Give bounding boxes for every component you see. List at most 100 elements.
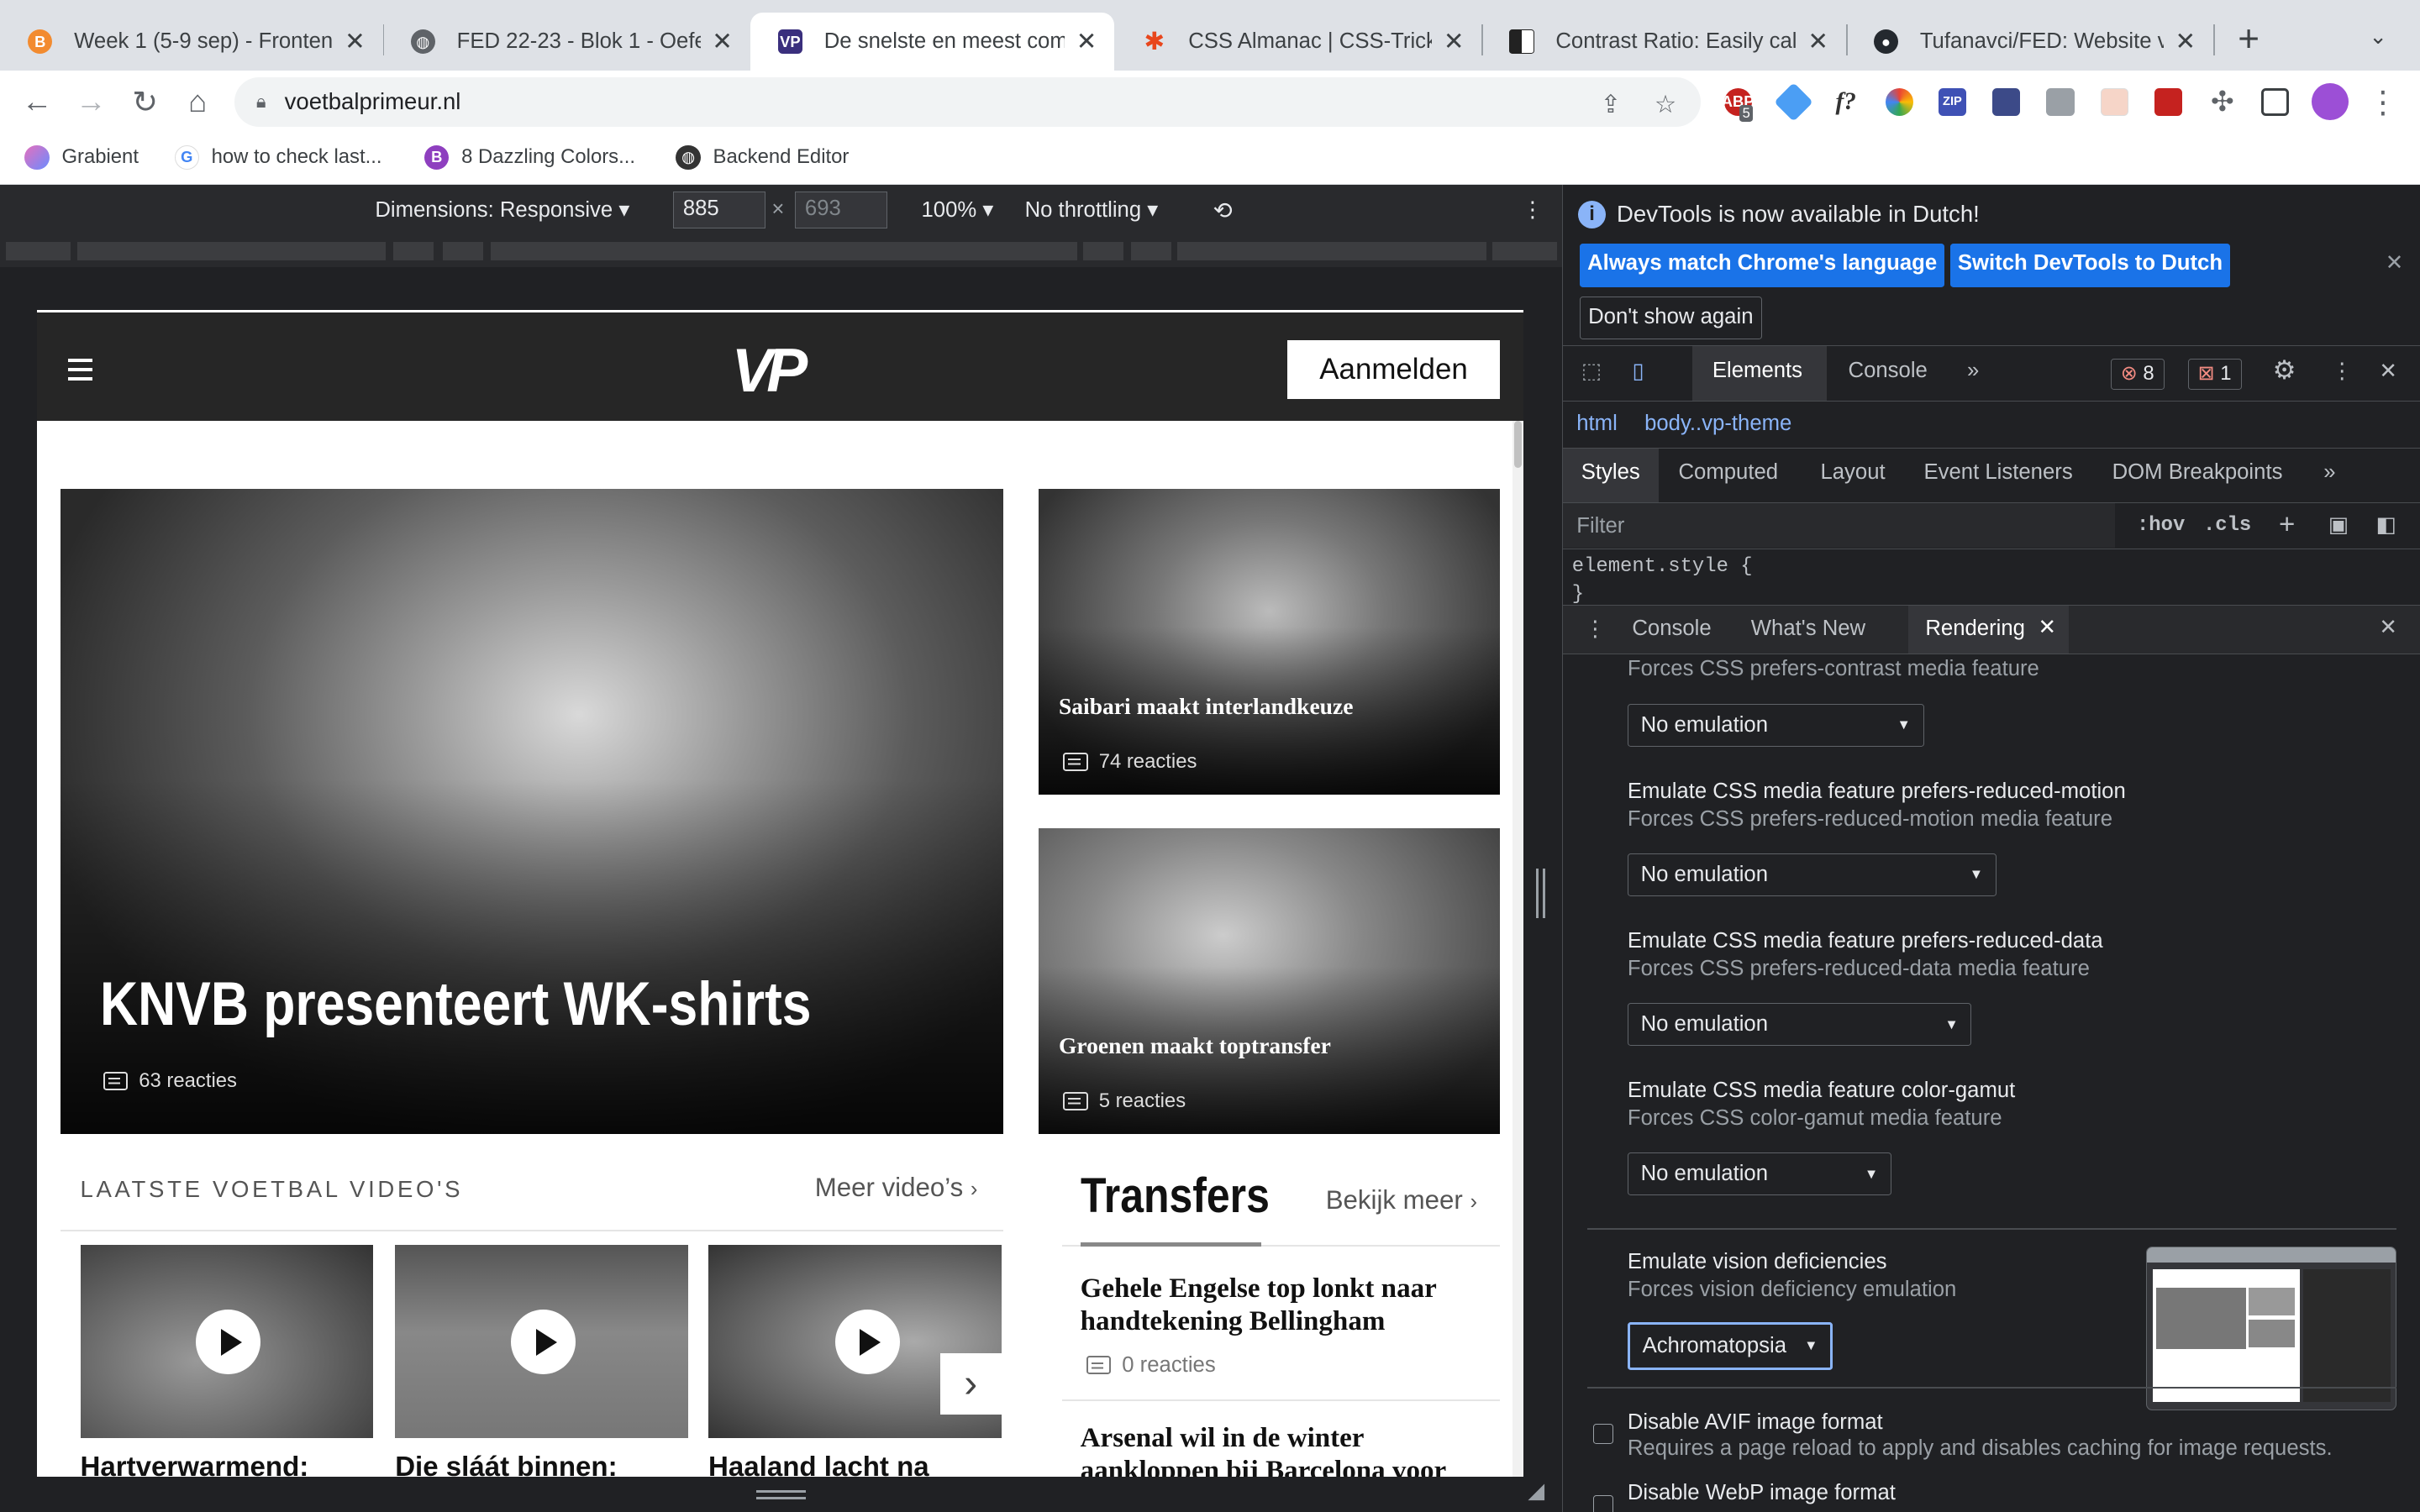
- bookmark-item[interactable]: B 8 Dazzling Colors...: [424, 144, 635, 171]
- breadcrumb-item[interactable]: html: [1576, 412, 1618, 436]
- video-caption[interactable]: Haaland lacht na: [708, 1452, 929, 1476]
- article-reactions[interactable]: 5 reacties: [1063, 1089, 1186, 1113]
- play-icon[interactable]: [510, 1310, 576, 1375]
- tab-console[interactable]: Console: [1849, 359, 1928, 383]
- error-badge[interactable]: ⊗ 8: [2110, 359, 2165, 390]
- sidebar-toggle-icon[interactable]: ◧: [2376, 512, 2396, 538]
- reload-icon[interactable]: ↻: [124, 81, 166, 123]
- new-tab-button[interactable]: +: [2238, 18, 2260, 60]
- video-caption[interactable]: Die sláát binnen:: [395, 1452, 617, 1476]
- drawer-menu-icon[interactable]: ⋮: [1584, 617, 1606, 642]
- close-drawer-icon[interactable]: ✕: [2379, 615, 2397, 640]
- close-icon[interactable]: ✕: [1074, 27, 1098, 56]
- forward-arrow-icon[interactable]: →: [70, 81, 113, 123]
- browser-tab-active[interactable]: VP De snelste en meest compl ✕: [750, 12, 1115, 71]
- hamburger-menu-icon[interactable]: [67, 359, 93, 386]
- throttling-dropdown[interactable]: No throttling ▾: [1025, 197, 1159, 223]
- hero-title[interactable]: KNVB presenteert WK-shirts: [100, 968, 812, 1039]
- switch-dutch-button[interactable]: Switch DevTools to Dutch: [1949, 244, 2231, 287]
- video-caption[interactable]: Hartverwarmend:: [81, 1452, 309, 1476]
- address-bar[interactable]: 🔒︎ voetbalprimeur.nl ⇪ ☆: [234, 76, 1702, 127]
- resize-handle-bottom[interactable]: [755, 1490, 806, 1500]
- vision-deficiency-select[interactable]: Achromatopsia ▼: [1627, 1322, 1833, 1370]
- breadcrumb-item[interactable]: body..vp-theme: [1644, 412, 1791, 436]
- close-icon[interactable]: ✕: [343, 27, 367, 56]
- puzzle-icon[interactable]: ✣: [2201, 81, 2244, 123]
- width-input[interactable]: 885: [672, 191, 765, 228]
- color-gamut-select[interactable]: No emulation ▼: [1627, 1152, 1891, 1196]
- tab-event-listeners[interactable]: Event Listeners: [1924, 460, 2073, 485]
- more-tabs-icon[interactable]: »: [1967, 359, 1979, 383]
- bookmark-item[interactable]: Ghow to check last...: [174, 144, 382, 171]
- shield-icon[interactable]: [1992, 87, 2021, 116]
- close-devtools-icon[interactable]: ✕: [2379, 359, 2397, 384]
- browser-tab[interactable]: ● Tufanavci/FED: Website vo ✕: [1846, 13, 2213, 71]
- hov-toggle[interactable]: :hov: [2137, 514, 2185, 537]
- url-text[interactable]: voetbalprimeur.nl: [285, 88, 461, 115]
- tab-computed[interactable]: Computed: [1678, 460, 1778, 485]
- resize-handle-right[interactable]: [1535, 869, 1545, 918]
- bookmark-item[interactable]: ◍ Backend Editor: [676, 144, 849, 171]
- drawer-tab-console[interactable]: Console: [1632, 617, 1711, 641]
- prefers-contrast-select[interactable]: No emulation ▼: [1627, 703, 1924, 747]
- match-language-button[interactable]: Always match Chrome's language: [1579, 244, 1945, 287]
- disable-avif-checkbox[interactable]: [1593, 1424, 1614, 1445]
- article-title[interactable]: Groenen maakt toptransfer: [1059, 1032, 1331, 1059]
- cls-toggle[interactable]: .cls: [2203, 514, 2251, 537]
- back-arrow-icon[interactable]: ←: [15, 81, 58, 123]
- close-icon[interactable]: ✕: [710, 27, 734, 56]
- inspect-icon[interactable]: ⬚: [1581, 359, 1602, 384]
- bookmark-star-icon[interactable]: ☆: [1655, 90, 1676, 119]
- video-thumbnail[interactable]: ›: [708, 1245, 1002, 1438]
- video-thumbnail[interactable]: [80, 1245, 374, 1438]
- devtools-menu-icon[interactable]: ⋮: [2331, 359, 2353, 384]
- bookmark-item[interactable]: Grabient: [24, 144, 139, 171]
- settings-gear-icon[interactable]: ⚙: [2273, 355, 2296, 386]
- device-toggle-icon[interactable]: ▯: [1632, 359, 1644, 384]
- browser-tab[interactable]: B Week 1 (5-9 sep) - Fronten ✕: [0, 13, 383, 71]
- tab-styles[interactable]: Styles: [1581, 460, 1640, 485]
- carousel-next-icon[interactable]: ›: [939, 1352, 1002, 1415]
- dont-show-again-button[interactable]: Don't show again: [1579, 296, 1762, 340]
- close-icon[interactable]: ✕: [2173, 27, 2197, 56]
- browser-tab[interactable]: ✱ CSS Almanac | CSS-Tricks ✕: [1114, 13, 1481, 71]
- article-title[interactable]: Saibari maakt interlandkeuze: [1059, 693, 1353, 720]
- kebab-menu-icon[interactable]: ⋮: [2361, 81, 2404, 123]
- hero-reactions[interactable]: 63 reacties: [103, 1069, 237, 1093]
- reduced-data-select[interactable]: No emulation ▼: [1627, 1002, 1972, 1047]
- tab-elements[interactable]: Elements: [1712, 359, 1802, 383]
- window-icon[interactable]: [2100, 87, 2128, 116]
- hero-article[interactable]: KNVB presenteert WK-shirts 63 reacties: [60, 489, 1003, 1134]
- side-article[interactable]: Saibari maakt interlandkeuze 74 reacties: [1039, 489, 1501, 795]
- tab-dom-breakpoints[interactable]: DOM Breakpoints: [2112, 460, 2283, 485]
- more-tabs-icon[interactable]: »: [2323, 460, 2335, 485]
- drawer-tab-rendering[interactable]: Rendering: [1925, 617, 2025, 641]
- rotate-icon[interactable]: ⟲: [1213, 197, 1233, 224]
- disable-webp-checkbox[interactable]: [1593, 1494, 1614, 1512]
- login-button[interactable]: Aanmelden: [1286, 340, 1501, 399]
- tab-search-chevron-icon[interactable]: ⌄: [2369, 24, 2387, 50]
- height-input[interactable]: 693: [794, 191, 888, 228]
- element-style-rule[interactable]: element.style { }: [1572, 553, 1753, 608]
- close-tab-icon[interactable]: ✕: [2038, 615, 2056, 640]
- extension-diamond-icon[interactable]: [1773, 81, 1813, 122]
- close-icon[interactable]: ✕: [1441, 27, 1465, 56]
- close-icon[interactable]: ✕: [2386, 250, 2404, 276]
- device-more-icon[interactable]: ⋮: [1522, 197, 1544, 223]
- resize-corner-icon[interactable]: ◢: [1528, 1478, 1544, 1504]
- camera-icon[interactable]: [2046, 87, 2075, 116]
- article-reactions[interactable]: 74 reacties: [1063, 750, 1197, 774]
- media-query-ruler[interactable]: [0, 236, 1562, 267]
- tab-layout[interactable]: Layout: [1820, 460, 1885, 485]
- page-scrollbar[interactable]: [1512, 421, 1523, 1477]
- side-article[interactable]: Groenen maakt toptransfer 5 reacties: [1039, 828, 1501, 1134]
- avatar[interactable]: [2312, 83, 2349, 121]
- filter-input[interactable]: Filter: [1576, 514, 1624, 538]
- close-icon[interactable]: ✕: [1806, 27, 1830, 56]
- font-f-icon[interactable]: f?: [1832, 88, 1860, 116]
- zip-icon[interactable]: ZIP: [1938, 87, 1966, 116]
- reduced-motion-select[interactable]: No emulation ▼: [1627, 853, 1996, 897]
- share-icon[interactable]: ⇪: [1601, 90, 1622, 119]
- more-videos-link[interactable]: Meer video’s ›: [815, 1173, 978, 1203]
- play-icon[interactable]: [196, 1310, 261, 1375]
